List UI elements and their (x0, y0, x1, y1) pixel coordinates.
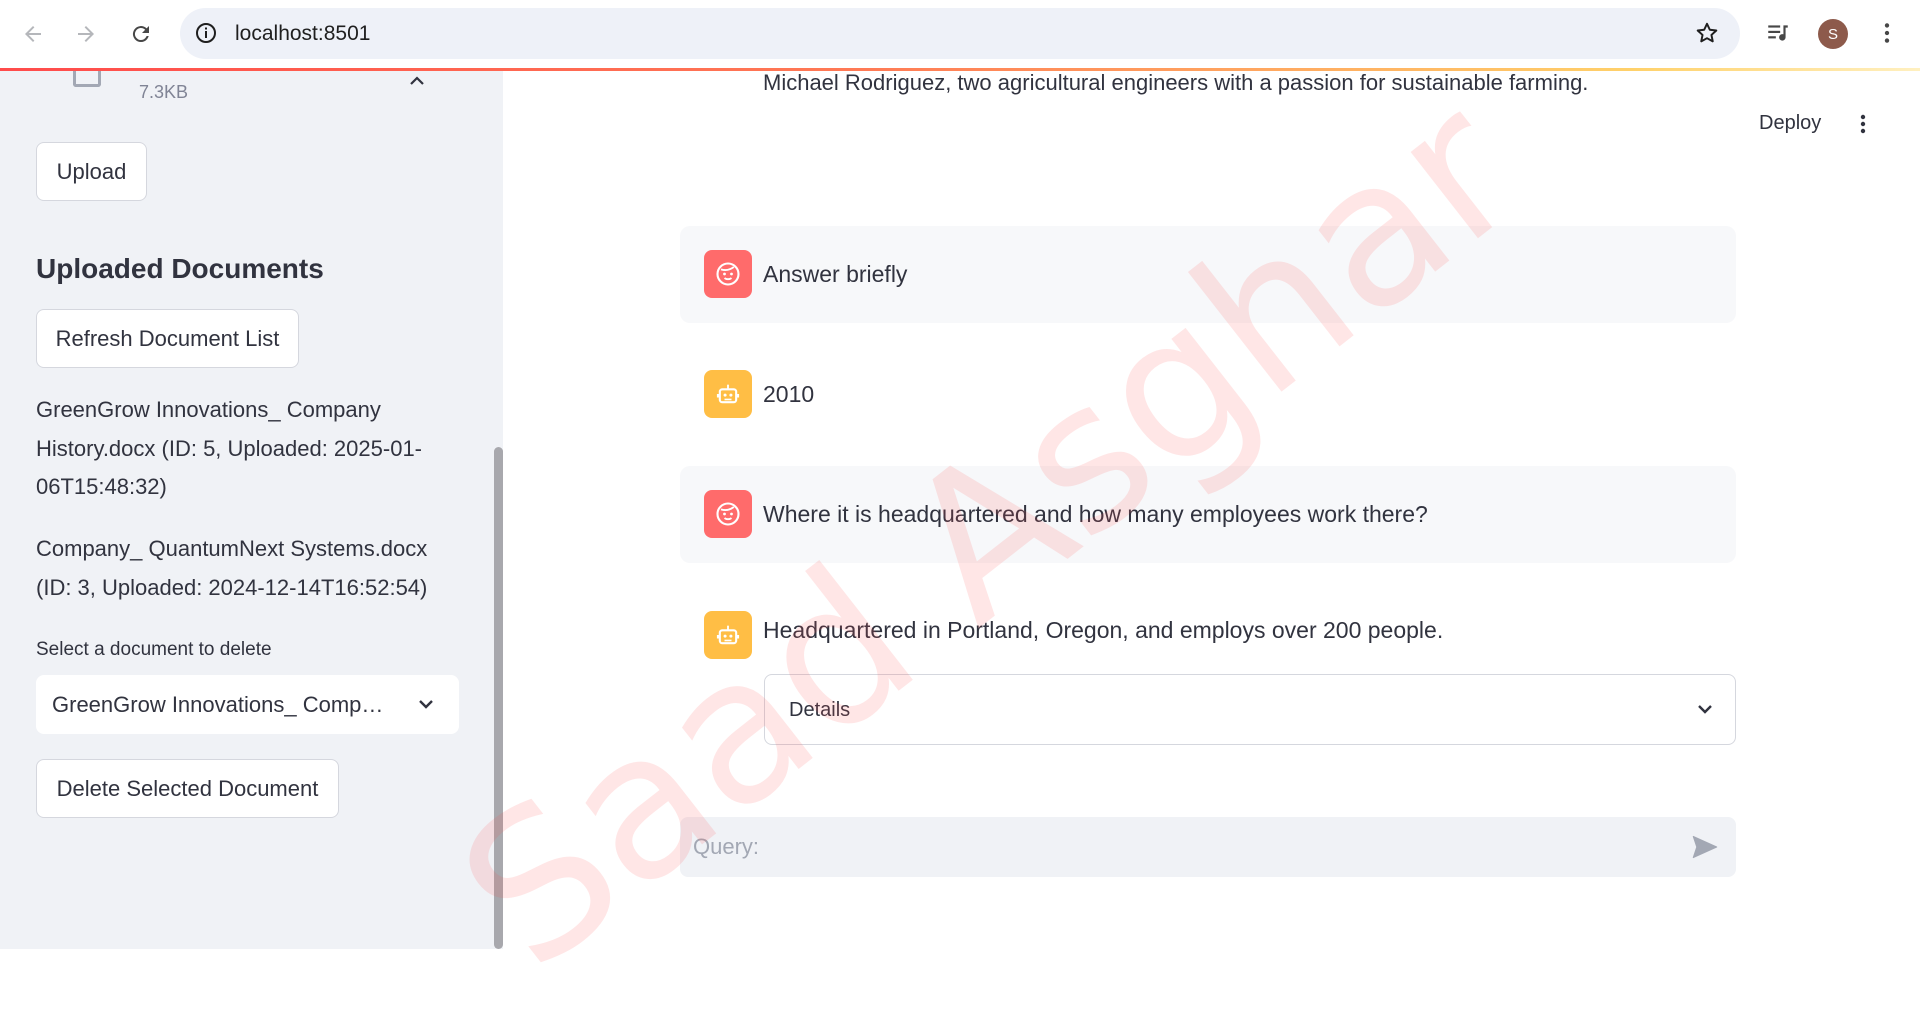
url-text: localhost:8501 (235, 22, 371, 45)
message-text: Where it is headquartered and how many e… (763, 501, 1428, 527)
back-arrow-icon (25, 26, 41, 42)
assistant-avatar (704, 370, 752, 418)
address-bar[interactable]: localhost:8501 (180, 8, 1740, 59)
message-text: Answer briefly (763, 261, 908, 287)
upload-button[interactable]: Upload (36, 142, 147, 201)
refresh-document-list-button[interactable]: Refresh Document List (36, 309, 299, 368)
send-icon[interactable] (1690, 833, 1720, 861)
chat-message-user: Answer briefly (680, 226, 1736, 323)
forward-arrow-icon (78, 26, 94, 42)
reload-icon (132, 26, 149, 43)
chat-message-user: Where it is headquartered and how many e… (680, 466, 1736, 563)
user-face-icon (716, 502, 740, 526)
browser-menu-button[interactable] (1871, 17, 1903, 49)
media-control-button[interactable] (1762, 17, 1794, 49)
select-document-label: Select a document to delete (36, 639, 272, 660)
document-select[interactable]: GreenGrow Innovations_ Company History.d… (36, 675, 459, 734)
assistant-avatar (704, 611, 752, 659)
details-label: Details (789, 699, 851, 721)
document-entry: Company_ QuantumNext Systems.docx (ID: 3… (36, 536, 428, 600)
file-size: 7.3KB (139, 82, 189, 102)
chevron-down-icon (419, 700, 433, 709)
forward-button[interactable] (67, 15, 105, 53)
uploaded-documents-heading: Uploaded Documents (36, 253, 324, 284)
document-select-value: GreenGrow Innovations_ Company History.d… (52, 692, 392, 717)
user-avatar (704, 490, 752, 538)
sidebar: 7.3KB Upload Uploaded Documents Refresh … (0, 71, 503, 949)
delete-selected-document-button[interactable]: Delete Selected Document (36, 759, 339, 818)
file-icon (73, 71, 101, 87)
user-avatar (704, 250, 752, 298)
message-text: 2010 (763, 381, 815, 407)
kebab-menu-icon (1884, 23, 1890, 43)
robot-icon (716, 625, 740, 645)
user-face-icon (716, 262, 740, 286)
query-input[interactable] (680, 817, 1660, 877)
media-control-icon (1768, 25, 1788, 41)
details-expander[interactable]: Details (764, 674, 1736, 745)
browser-toolbar: localhost:8501 S (0, 0, 1920, 68)
chevron-up-icon[interactable] (405, 71, 429, 93)
sidebar-scrollbar[interactable] (494, 447, 503, 949)
profile-avatar[interactable]: S (1818, 19, 1848, 49)
robot-icon (716, 384, 740, 404)
chat-input-container (680, 817, 1736, 877)
deploy-button[interactable]: Deploy (1759, 112, 1821, 135)
reload-button[interactable] (122, 15, 160, 53)
message-text: Headquartered in Portland, Oregon, and e… (763, 617, 1444, 643)
previous-message-text: Michael Rodriguez, two agricultural engi… (763, 71, 1589, 95)
chat-message-assistant: 2010 (680, 346, 1736, 443)
chat-message-assistant: Headquartered in Portland, Oregon, and e… (680, 586, 1736, 666)
star-icon[interactable] (1694, 20, 1720, 46)
info-icon[interactable] (194, 21, 218, 45)
kebab-menu-icon[interactable] (1851, 111, 1875, 137)
document-entry: GreenGrow Innovations_ Company History.d… (36, 397, 422, 499)
back-button[interactable] (14, 15, 52, 53)
chevron-down-icon (1698, 705, 1712, 714)
main-content: Deploy Michael Rodriguez, two agricultur… (503, 71, 1920, 949)
